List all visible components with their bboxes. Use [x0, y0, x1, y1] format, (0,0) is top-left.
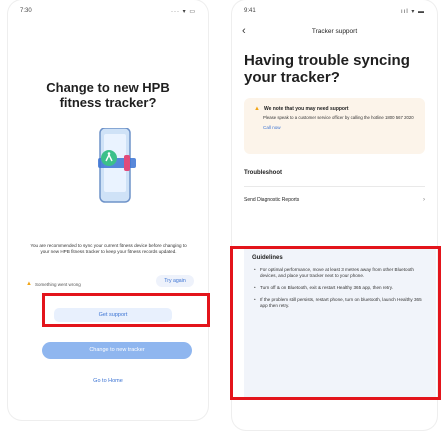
sync-description: You are recommended to sync your current… — [30, 243, 187, 254]
status-bar: 9:41 ııl ▾ ▬ — [232, 0, 437, 22]
status-bar: 7:30 ··· ▾ ▭ — [8, 0, 208, 22]
warning-icon: ▲ — [26, 281, 32, 287]
try-again-button[interactable]: Try again — [156, 275, 194, 287]
status-time: 9:41 — [244, 8, 256, 14]
status-time: 7:30 — [20, 8, 32, 14]
support-alert: ▲ We note that you may need support Plea… — [244, 98, 425, 154]
tracker-phone-illustration — [98, 128, 136, 203]
warning-icon: ▲ — [254, 106, 260, 112]
left-phone-screen: 7:30 ··· ▾ ▭ Change to new HPB fitness t… — [8, 0, 208, 420]
page-title: Having trouble syncing your tracker? — [244, 52, 410, 86]
highlight-box-get-support — [42, 293, 210, 327]
diagnostic-label: Send Diagnostic Reports — [244, 197, 300, 203]
error-message: ▲ Something went wrong — [26, 281, 81, 287]
nav-title: Tracker support — [311, 28, 358, 35]
page-title: Change to new HPB fitness tracker? — [46, 80, 170, 110]
chevron-right-icon: › — [423, 197, 425, 203]
change-tracker-button[interactable]: Change to new tracker — [42, 342, 192, 359]
error-text: Something went wrong — [34, 281, 81, 287]
status-icons: ··· ▾ ▭ — [170, 8, 196, 15]
divider — [244, 186, 425, 187]
call-now-link[interactable]: Call now — [263, 125, 415, 130]
send-diagnostic-reports-row[interactable]: Send Diagnostic Reports › — [232, 197, 437, 203]
alert-body: Please speak to a customer service offic… — [263, 115, 414, 120]
nav-bar: ‹ Tracker support — [232, 22, 437, 46]
alert-title: We note that you may need support — [263, 106, 349, 112]
troubleshoot-heading: Troubleshoot — [244, 170, 282, 176]
go-home-link[interactable]: Go to Home — [8, 378, 208, 384]
status-icons: ııl ▾ ▬ — [400, 8, 425, 15]
highlight-box-guidelines — [230, 246, 441, 400]
